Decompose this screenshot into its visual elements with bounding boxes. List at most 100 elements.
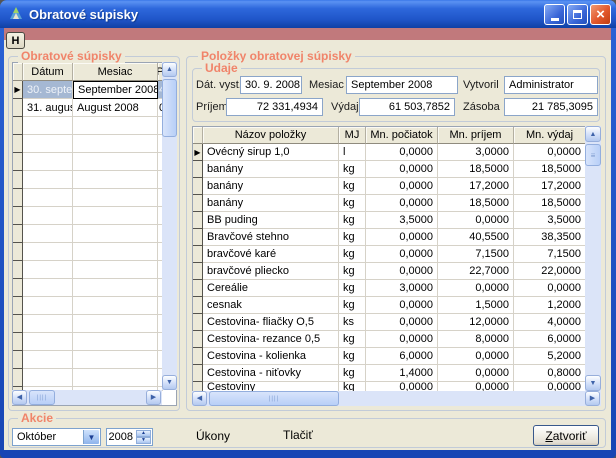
datum-cell[interactable] [23, 243, 73, 261]
datum-cell[interactable] [23, 135, 73, 153]
nazov-cell[interactable]: Cestovina- rezance 0,5 [203, 331, 339, 348]
mj-cell[interactable]: kg [339, 178, 366, 195]
datum-cell[interactable] [23, 117, 73, 135]
chevron-down-icon[interactable]: ▼ [83, 430, 99, 444]
maximize-button[interactable] [567, 4, 588, 25]
vydaj-cell[interactable]: 6,0000 [514, 331, 586, 348]
empty-row[interactable] [13, 189, 163, 207]
mesiac-field[interactable]: September 2008 [346, 76, 458, 94]
table-row[interactable]: banánykg0,000017,200017,2000 [193, 178, 586, 195]
row-selector[interactable] [13, 189, 23, 207]
empty-row[interactable] [13, 315, 163, 333]
prijem-cell[interactable]: 8,0000 [438, 331, 514, 348]
vydaj-cell[interactable]: 38,3500 [514, 229, 586, 246]
empty-row[interactable] [13, 135, 163, 153]
empty-row[interactable] [13, 243, 163, 261]
datum-cell[interactable]: 31. augus [23, 99, 73, 117]
pociatok-cell[interactable]: 0,0000 [366, 314, 438, 331]
mesiac-cell[interactable] [73, 243, 158, 261]
mesiac-cell[interactable]: August 2008 [73, 99, 158, 117]
row-selector[interactable] [193, 246, 203, 263]
titlebar[interactable]: Obratové súpisky × [0, 0, 616, 28]
mesiac-cell[interactable]: September 2008 [73, 81, 158, 99]
items-vscroll-thumb[interactable]: ≡ [585, 144, 601, 166]
row-selector[interactable] [193, 280, 203, 297]
nazov-cell[interactable]: bravčové karé [203, 246, 339, 263]
vydaj-cell[interactable]: 18,5000 [514, 195, 586, 212]
mj-cell[interactable]: kg [339, 246, 366, 263]
row-selector[interactable] [193, 365, 203, 382]
pociatok-cell[interactable]: 3,0000 [366, 280, 438, 297]
datvyst-field[interactable]: 30. 9. 2008 [240, 76, 302, 94]
nazov-cell[interactable]: Cestovina - niťovky [203, 365, 339, 382]
row-selector[interactable] [193, 229, 203, 246]
mesiac-cell[interactable] [73, 117, 158, 135]
pociatok-cell[interactable]: 0,0000 [366, 246, 438, 263]
nazov-cell[interactable]: Cereálie [203, 280, 339, 297]
vydaj-cell[interactable]: 4,0000 [514, 314, 586, 331]
row-selector[interactable]: ▶ [13, 81, 23, 99]
row-selector[interactable] [13, 135, 23, 153]
minimize-button[interactable] [544, 4, 565, 25]
prijem-cell[interactable]: 7,1500 [438, 246, 514, 263]
datum-cell[interactable] [23, 171, 73, 189]
pociatok-cell[interactable]: 0,0000 [366, 144, 438, 161]
empty-row[interactable] [13, 351, 163, 369]
mesiac-cell[interactable] [73, 207, 158, 225]
datum-cell[interactable] [23, 369, 73, 387]
row-selector[interactable] [13, 171, 23, 189]
pociatok-cell[interactable]: 0,0000 [366, 297, 438, 314]
mesiac-cell[interactable] [73, 225, 158, 243]
row-selector[interactable] [13, 243, 23, 261]
dates-scroll-right-icon[interactable]: ▶ [146, 390, 161, 405]
spin-down-icon[interactable]: ▼ [136, 437, 151, 444]
row-selector[interactable] [13, 99, 23, 117]
vydaj-cell[interactable]: 3,5000 [514, 212, 586, 229]
datum-cell[interactable] [23, 261, 73, 279]
row-selector[interactable] [193, 331, 203, 348]
vydaj-cell[interactable]: 0,8000 [514, 365, 586, 382]
mj-cell[interactable]: kg [339, 212, 366, 229]
prijem-cell[interactable]: 17,2000 [438, 178, 514, 195]
prijem-cell[interactable]: 12,0000 [438, 314, 514, 331]
dates-header-datum[interactable]: Dátum [23, 63, 73, 81]
h-button[interactable]: H [6, 32, 25, 49]
table-row[interactable]: banánykg0,000018,500018,5000 [193, 195, 586, 212]
datum-cell[interactable] [23, 225, 73, 243]
pociatok-cell[interactable]: 0,0000 [366, 161, 438, 178]
month-select[interactable]: Október ▼ [12, 428, 101, 446]
mesiac-cell[interactable] [73, 351, 158, 369]
empty-row[interactable] [13, 225, 163, 243]
empty-row[interactable] [13, 297, 163, 315]
empty-row[interactable] [13, 279, 163, 297]
empty-row[interactable] [13, 117, 163, 135]
pociatok-cell[interactable]: 0,0000 [366, 195, 438, 212]
table-row[interactable]: Cestovina- rezance 0,5kg0,00008,00006,00… [193, 331, 586, 348]
empty-row[interactable] [13, 261, 163, 279]
vydaj-cell[interactable]: 17,2000 [514, 178, 586, 195]
vytvoril-field[interactable]: Administrator [504, 76, 598, 94]
row-selector[interactable] [13, 369, 23, 387]
dates-scroll-up-icon[interactable]: ▲ [162, 62, 177, 77]
mj-cell[interactable]: kg [339, 229, 366, 246]
mesiac-cell[interactable] [73, 261, 158, 279]
table-row[interactable]: bravčové plieckokg0,000022,700022,0000 [193, 263, 586, 280]
mesiac-cell[interactable] [73, 135, 158, 153]
row-selector[interactable]: ▶ [193, 144, 203, 161]
dates-scroll-left-icon[interactable]: ◀ [12, 390, 27, 405]
row-selector[interactable] [13, 315, 23, 333]
vydaj-cell[interactable]: 7,1500 [514, 246, 586, 263]
datum-cell[interactable] [23, 351, 73, 369]
row-selector[interactable] [193, 314, 203, 331]
table-row[interactable]: Cestovina - kolienkakg6,00000,00005,2000 [193, 348, 586, 365]
datum-cell[interactable]: 30. septe [23, 81, 73, 99]
mj-cell[interactable]: kg [339, 263, 366, 280]
items-header-mj[interactable]: MJ [339, 127, 366, 144]
pociatok-cell[interactable]: 0,0000 [366, 229, 438, 246]
dates-hscroll-thumb[interactable]: |||| [29, 390, 55, 405]
mesiac-cell[interactable] [73, 189, 158, 207]
prijem-cell[interactable]: 22,7000 [438, 263, 514, 280]
vydaj-cell[interactable]: 1,2000 [514, 297, 586, 314]
nazov-cell[interactable]: banány [203, 161, 339, 178]
mesiac-cell[interactable] [73, 315, 158, 333]
